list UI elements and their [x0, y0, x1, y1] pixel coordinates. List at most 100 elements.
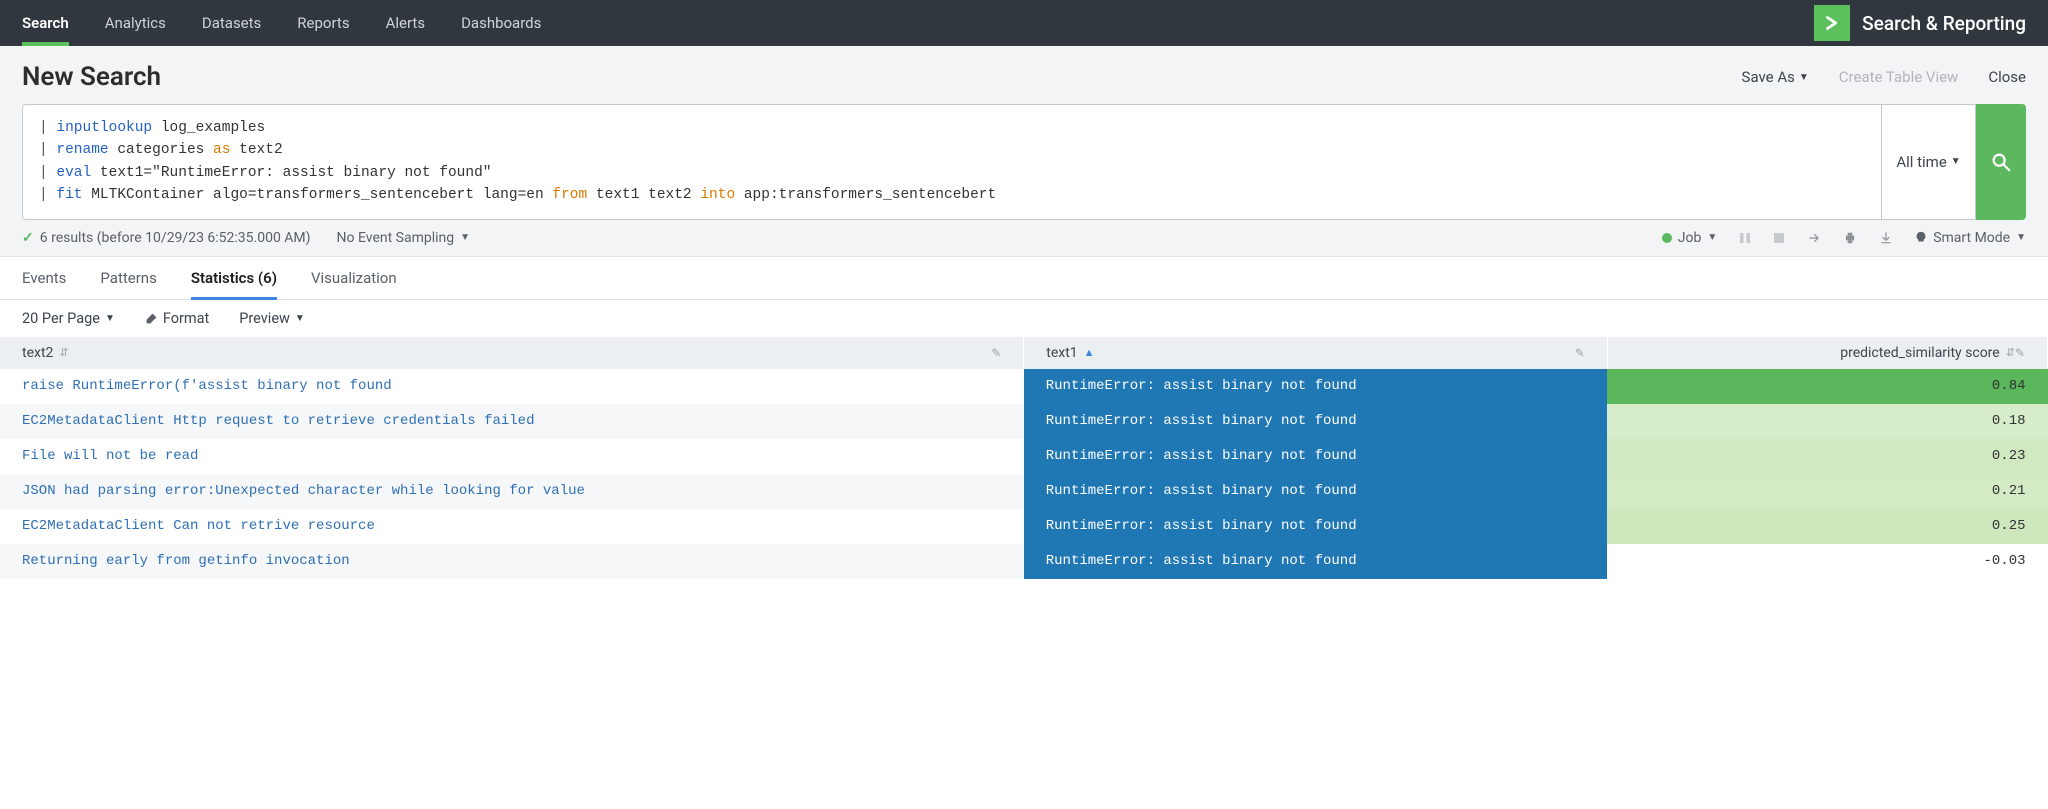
score-value: 0.21: [1992, 483, 2026, 499]
job-label: Job: [1678, 230, 1702, 246]
nav-link-dashboards[interactable]: Dashboards: [461, 0, 541, 46]
tab-events[interactable]: Events: [22, 257, 66, 299]
cell-text1[interactable]: RuntimeError: assist binary not found: [1024, 404, 1608, 439]
column-header-score[interactable]: predicted_similarity score ⇵✎: [1607, 337, 2047, 369]
check-icon: ✓: [22, 230, 34, 246]
nav-link-analytics[interactable]: Analytics: [105, 0, 166, 46]
cell-score[interactable]: 0.25: [1607, 509, 2047, 544]
share-icon: [1807, 231, 1821, 245]
pause-button[interactable]: [1739, 232, 1751, 244]
result-tabs: Events Patterns Statistics (6) Visualizatio…: [0, 256, 2048, 300]
create-table-view-button[interactable]: Create Table View: [1839, 68, 1959, 86]
run-search-button[interactable]: [1976, 104, 2026, 220]
top-nav: Search Analytics Datasets Reports Alerts Dash…: [0, 0, 2048, 46]
app-title: Search & Reporting: [1862, 12, 2026, 35]
tab-statistics-6-[interactable]: Statistics (6): [191, 257, 277, 299]
sort-asc-icon: ▲: [1084, 346, 1095, 359]
table-row: EC2MetadataClient Can not retrive resour…: [0, 509, 2048, 544]
print-button[interactable]: [1843, 231, 1857, 245]
column-label: predicted_similarity score: [1840, 345, 1999, 361]
nav-links: Search Analytics Datasets Reports Alerts Dash…: [22, 0, 541, 46]
time-range-picker[interactable]: All time ▼: [1882, 104, 1976, 220]
app-icon: [1814, 5, 1850, 41]
tab-visualization[interactable]: Visualization: [311, 257, 397, 299]
cell-score[interactable]: 0.18: [1607, 404, 2047, 439]
results-table: text2⇵✎text1▲✎predicted_similarity score…: [0, 337, 2048, 579]
search-icon: [1990, 151, 2012, 173]
score-value: 0.23: [1992, 448, 2026, 464]
cell-text2[interactable]: JSON had parsing error:Unexpected charac…: [0, 474, 1024, 509]
nav-link-alerts[interactable]: Alerts: [386, 0, 426, 46]
cell-text2[interactable]: EC2MetadataClient Can not retrive resour…: [0, 509, 1024, 544]
table-head: text2⇵✎text1▲✎predicted_similarity score…: [0, 337, 2048, 369]
table-row: EC2MetadataClient Http request to retrie…: [0, 404, 2048, 439]
cell-text2[interactable]: EC2MetadataClient Http request to retrie…: [0, 404, 1024, 439]
per-page-label: 20 Per Page: [22, 310, 100, 327]
edit-column-icon[interactable]: ✎: [2015, 346, 2025, 360]
app-brand: Search & Reporting: [1814, 5, 2026, 41]
job-menu[interactable]: Job ▼: [1662, 230, 1717, 246]
nav-link-search[interactable]: Search: [22, 0, 69, 46]
share-button[interactable]: [1807, 231, 1821, 245]
save-as-button[interactable]: Save As ▼: [1742, 68, 1809, 86]
tab-patterns[interactable]: Patterns: [100, 257, 156, 299]
nav-link-datasets[interactable]: Datasets: [202, 0, 261, 46]
status-bar: ✓ 6 results (before 10/29/23 6:52:35.000…: [0, 220, 2048, 256]
score-fill: [1607, 509, 2047, 544]
caret-down-icon: ▼: [295, 313, 305, 324]
cell-text2[interactable]: raise RuntimeError(f'assist binary not f…: [0, 369, 1024, 404]
cell-text2[interactable]: Returning early from getinfo invocation: [0, 544, 1024, 579]
table-body: raise RuntimeError(f'assist binary not f…: [0, 369, 2048, 579]
cell-text1[interactable]: RuntimeError: assist binary not found: [1024, 509, 1608, 544]
caret-down-icon: ▼: [1707, 232, 1717, 243]
sort-icon: ⇵: [2006, 346, 2015, 359]
job-status-icon: [1662, 233, 1672, 243]
edit-column-icon[interactable]: ✎: [1575, 346, 1585, 360]
search-input[interactable]: | inputlookup log_examples | rename cate…: [22, 104, 1882, 220]
sampling-label: No Event Sampling: [337, 230, 455, 246]
save-as-label: Save As: [1742, 68, 1795, 86]
cell-text2[interactable]: File will not be read: [0, 439, 1024, 474]
cell-score[interactable]: 0.21: [1607, 474, 2047, 509]
export-button[interactable]: [1879, 231, 1893, 245]
nav-link-reports[interactable]: Reports: [297, 0, 349, 46]
format-button[interactable]: Format: [145, 310, 209, 327]
sort-icon: ⇵: [59, 346, 68, 359]
stop-icon: [1773, 232, 1785, 244]
score-value: 0.18: [1992, 413, 2026, 429]
search-row: | inputlookup log_examples | rename cate…: [0, 104, 2048, 220]
score-value: 0.25: [1992, 518, 2026, 534]
preview-picker[interactable]: Preview ▼: [239, 310, 305, 327]
edit-column-icon[interactable]: ✎: [991, 346, 1001, 360]
score-fill: [1607, 474, 2047, 509]
mode-label: Smart Mode: [1933, 230, 2010, 246]
pause-icon: [1739, 232, 1751, 244]
download-icon: [1879, 231, 1893, 245]
caret-down-icon: ▼: [1951, 156, 1961, 167]
caret-down-icon: ▼: [105, 313, 115, 324]
cell-score[interactable]: -0.03: [1607, 544, 2047, 579]
column-header-text2[interactable]: text2 ⇵ ✎: [0, 337, 1024, 369]
cell-text1[interactable]: RuntimeError: assist binary not found: [1024, 439, 1608, 474]
stop-button[interactable]: [1773, 232, 1785, 244]
caret-down-icon: ▼: [1799, 72, 1809, 83]
close-button[interactable]: Close: [1988, 68, 2026, 86]
cell-text1[interactable]: RuntimeError: assist binary not found: [1024, 369, 1608, 404]
bulb-icon: [1915, 231, 1927, 245]
column-label: text2: [22, 345, 53, 361]
search-mode-picker[interactable]: Smart Mode ▼: [1915, 230, 2026, 246]
brush-icon: [145, 312, 158, 325]
table-toolbar: 20 Per Page ▼ Format Preview ▼: [0, 300, 2048, 337]
cell-text1[interactable]: RuntimeError: assist binary not found: [1024, 474, 1608, 509]
per-page-picker[interactable]: 20 Per Page ▼: [22, 310, 115, 327]
cell-score[interactable]: 0.84: [1607, 369, 2047, 404]
score-fill: [1607, 369, 2047, 404]
table-row: File will not be readRuntimeError: assis…: [0, 439, 2048, 474]
event-sampling-picker[interactable]: No Event Sampling ▼: [337, 230, 471, 246]
column-header-text1[interactable]: text1▲✎: [1024, 337, 1608, 369]
caret-down-icon: ▼: [460, 232, 470, 243]
table-row: Returning early from getinfo invocationR…: [0, 544, 2048, 579]
cell-score[interactable]: 0.23: [1607, 439, 2047, 474]
cell-text1[interactable]: RuntimeError: assist binary not found: [1024, 544, 1608, 579]
results-text: 6 results (before 10/29/23 6:52:35.000 A…: [40, 230, 311, 246]
